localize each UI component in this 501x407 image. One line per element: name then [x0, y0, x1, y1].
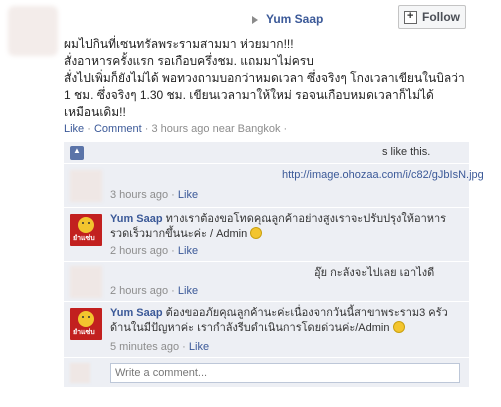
comment-item: http://image.ohozaa.com/i/c82/gJbIsN.jpg…	[64, 164, 484, 208]
post-timestamp[interactable]: 3 hours ago near Bangkok	[151, 123, 280, 135]
post-line: 1 ชม. ซึ่งจริงๆ 1.30 ชม. เขียนเวลามาให้ใ…	[64, 88, 434, 102]
logo-face-icon	[78, 217, 94, 233]
commenter-avatar[interactable]	[70, 266, 102, 298]
post-line: สั่งไปเพิ่มก็ยังไม่ได้ พอทวงถามบอกว่าหมด…	[64, 71, 465, 85]
separator: ·	[168, 285, 178, 297]
separator: ·	[141, 123, 152, 135]
comment-url-link[interactable]: http://image.ohozaa.com/i/c82/gJbIsN.jpg	[282, 169, 484, 181]
post-line: เหมือนเดิม!!	[64, 105, 126, 119]
comment-input[interactable]	[110, 363, 460, 383]
comment-meta: 2 hours ago · Like	[110, 284, 465, 299]
yum-saap-avatar[interactable]: ยำแซ่บ	[70, 308, 102, 340]
comment-item: ยำแซ่บ Yum Saap ต้องขออภัยคุณลูกค้านะค่ะ…	[64, 302, 469, 358]
comment-like-link[interactable]: Like	[178, 189, 198, 201]
comment-time[interactable]: 2 hours ago	[110, 245, 168, 257]
comment-body: Yum Saap ทางเราต้องขอโทดคุณลูกค้าอย่างสู…	[110, 212, 465, 242]
separator: ·	[168, 245, 178, 257]
thumbs-up-icon	[70, 146, 84, 160]
smiley-icon	[250, 227, 263, 239]
comment-text: อุ๊ย กะลังจะไปเลย เอาไงดี	[314, 267, 435, 279]
author-name-redacted[interactable]	[64, 14, 244, 26]
like-link[interactable]: Like	[64, 123, 84, 135]
feedback-box: s like this. http://image.ohozaa.com/i/c…	[64, 142, 484, 388]
comment-like-link[interactable]: Like	[178, 285, 198, 297]
likes-row: s like this.	[64, 142, 469, 164]
comment-like-link[interactable]: Like	[178, 245, 198, 257]
likes-suffix: s like this.	[382, 146, 431, 158]
triangle-right-icon	[252, 16, 258, 24]
comment-author-link[interactable]: Yum Saap	[110, 307, 163, 319]
comment-body: อุ๊ย กะลังจะไปเลย เอาไงดี	[314, 266, 474, 281]
comment-item: อุ๊ย กะลังจะไปเลย เอาไงดี 2 hours ago · …	[64, 262, 469, 302]
comment-time[interactable]: 5 minutes ago	[110, 341, 179, 353]
comment-time[interactable]: 2 hours ago	[110, 285, 168, 297]
post-header: Yum Saap	[64, 12, 394, 28]
commenter-avatar[interactable]	[70, 170, 102, 202]
post-message: ผมไปกินที่เซนทรัลพระรามสามมา ห่วยมาก!!! …	[64, 36, 480, 121]
comment-time[interactable]: 3 hours ago	[110, 189, 168, 201]
logo-face-icon	[78, 311, 94, 327]
follow-label: Follow	[422, 10, 460, 24]
comment-meta: 5 minutes ago · Like	[110, 340, 465, 355]
write-comment-row	[64, 358, 469, 388]
logo-lettering: ยำแซ่บ	[73, 329, 95, 336]
likers-redacted[interactable]	[90, 146, 380, 158]
separator: ·	[84, 123, 94, 135]
follow-button[interactable]: Follow	[398, 5, 466, 29]
post-meta: Like · Comment · 3 hours ago near Bangko…	[64, 123, 287, 135]
comment-like-link[interactable]: Like	[189, 341, 209, 353]
comment-item: ยำแซ่บ Yum Saap ทางเราต้องขอโทดคุณลูกค้า…	[64, 208, 469, 262]
separator: ·	[179, 341, 189, 353]
comment-meta: 2 hours ago · Like	[110, 244, 465, 259]
separator: ·	[168, 189, 178, 201]
logo-lettering: ยำแซ่บ	[73, 235, 95, 242]
post-line: ผมไปกินที่เซนทรัลพระรามสามมา ห่วยมาก!!!	[64, 37, 294, 51]
comment-body: Yum Saap ต้องขออภัยคุณลูกค้านะค่ะเนื่องจ…	[110, 306, 465, 336]
post-avatar[interactable]	[8, 6, 58, 56]
page-name-link[interactable]: Yum Saap	[266, 12, 323, 26]
comment-body: http://image.ohozaa.com/i/c82/gJbIsN.jpg	[282, 168, 484, 183]
yum-saap-avatar[interactable]: ยำแซ่บ	[70, 214, 102, 246]
separator: ·	[280, 123, 288, 135]
comment-author-link[interactable]: Yum Saap	[110, 213, 163, 225]
viewer-avatar	[70, 363, 90, 383]
follow-plus-icon	[404, 10, 417, 24]
comment-link[interactable]: Comment	[94, 123, 142, 135]
smiley-icon	[392, 321, 405, 333]
post-line: สั่งอาหารครั้งแรก รอเกือบครึ่งชม. แถมมาไ…	[64, 54, 314, 68]
comment-meta: 3 hours ago · Like	[110, 188, 465, 203]
